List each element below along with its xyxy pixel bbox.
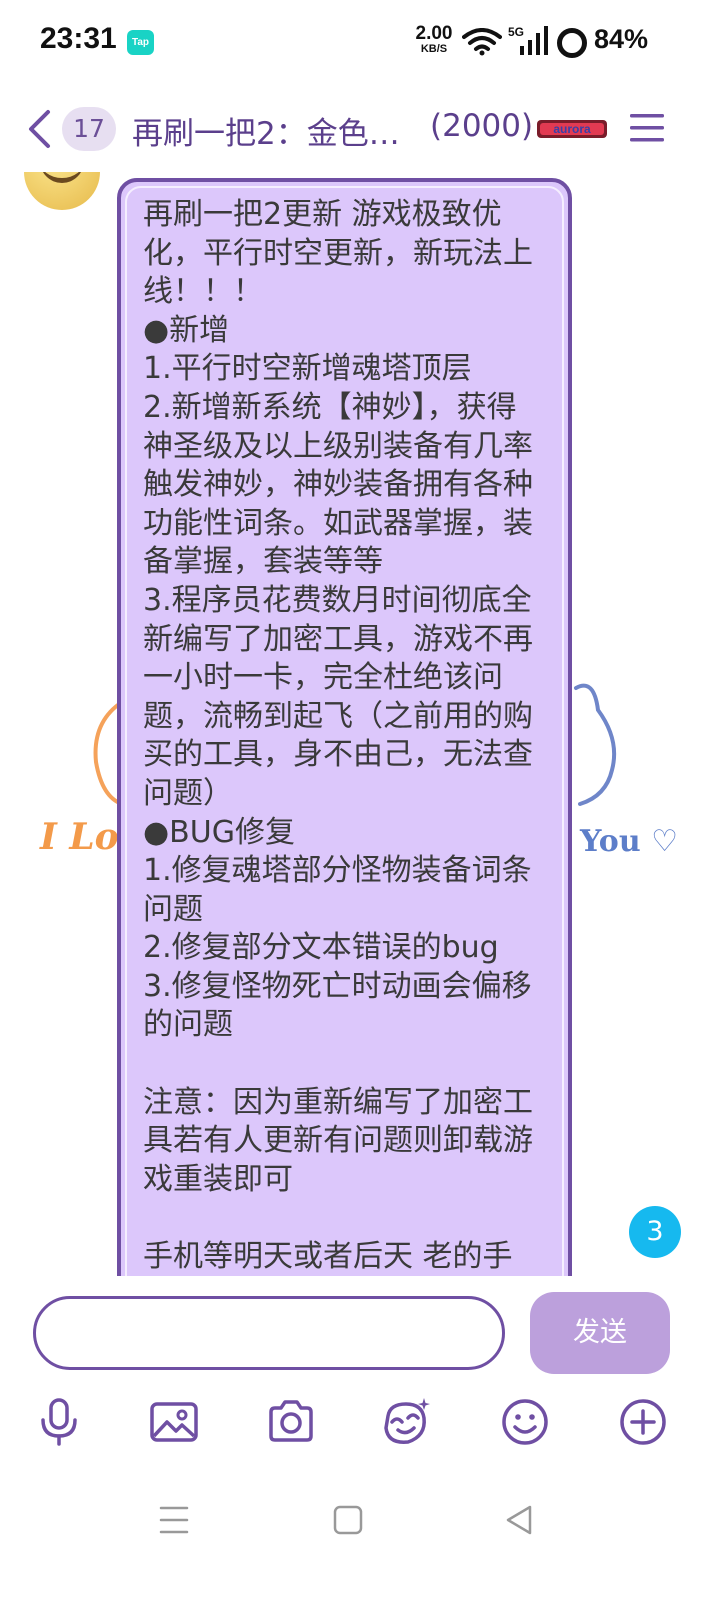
member-count: (2000) <box>430 108 534 144</box>
back-arrow-icon[interactable] <box>24 108 54 150</box>
chat-message-list[interactable]: I Lo You ♡ 再刷一把2更新 游戏极致优化，平行时空更新，新玩法上线！！… <box>0 172 720 1276</box>
battery-percent: 84% <box>594 24 649 54</box>
background-text-left: I Lo <box>40 816 119 858</box>
message-input[interactable] <box>33 1296 505 1370</box>
sender-avatar[interactable] <box>24 172 100 210</box>
back-nav-icon[interactable] <box>503 1500 535 1540</box>
menu-icon[interactable] <box>628 110 666 146</box>
network-speed: 2.00 KB/S <box>411 24 457 55</box>
chat-title[interactable]: 再刷一把2：金色… <box>132 108 432 153</box>
plus-icon[interactable] <box>617 1396 669 1448</box>
send-button[interactable]: 发送 <box>530 1292 670 1374</box>
background-bunny-right <box>574 683 617 806</box>
battery-icon <box>557 28 587 58</box>
aurora-logo-text: aurora <box>553 122 591 136</box>
network-speed-unit: KB/S <box>420 43 448 55</box>
image-icon[interactable] <box>148 1396 200 1448</box>
background-text-right: You ♡ <box>580 824 678 859</box>
cellular-signal-icon: 5G <box>508 25 548 55</box>
message-text: 再刷一把2更新 游戏极致优化，平行时空更新，新玩法上线！！！ ●新增 1.平行时… <box>143 197 533 1275</box>
chat-header: 17 再刷一把2：金色… (2000) aurora <box>0 90 720 170</box>
emoji-icon[interactable] <box>499 1396 551 1448</box>
aurora-logo: aurora <box>537 120 607 138</box>
signal-label: 5G <box>508 25 524 39</box>
wifi-icon <box>462 28 502 56</box>
status-bar: 23:31 Tap 2.00 KB/S 5G 84% <box>0 0 720 84</box>
network-speed-value: 2.00 <box>415 23 453 44</box>
sticker-icon[interactable] <box>380 1396 432 1448</box>
recent-apps-icon[interactable] <box>158 1500 190 1540</box>
taptap-notification-icon: Tap <box>127 30 154 55</box>
unread-count-badge[interactable]: 17 <box>62 107 116 151</box>
home-icon[interactable] <box>332 1500 364 1540</box>
new-messages-badge[interactable]: 3 <box>629 1206 681 1258</box>
camera-icon[interactable] <box>265 1396 317 1448</box>
clock: 23:31 <box>40 22 117 55</box>
microphone-icon[interactable] <box>33 1396 85 1448</box>
